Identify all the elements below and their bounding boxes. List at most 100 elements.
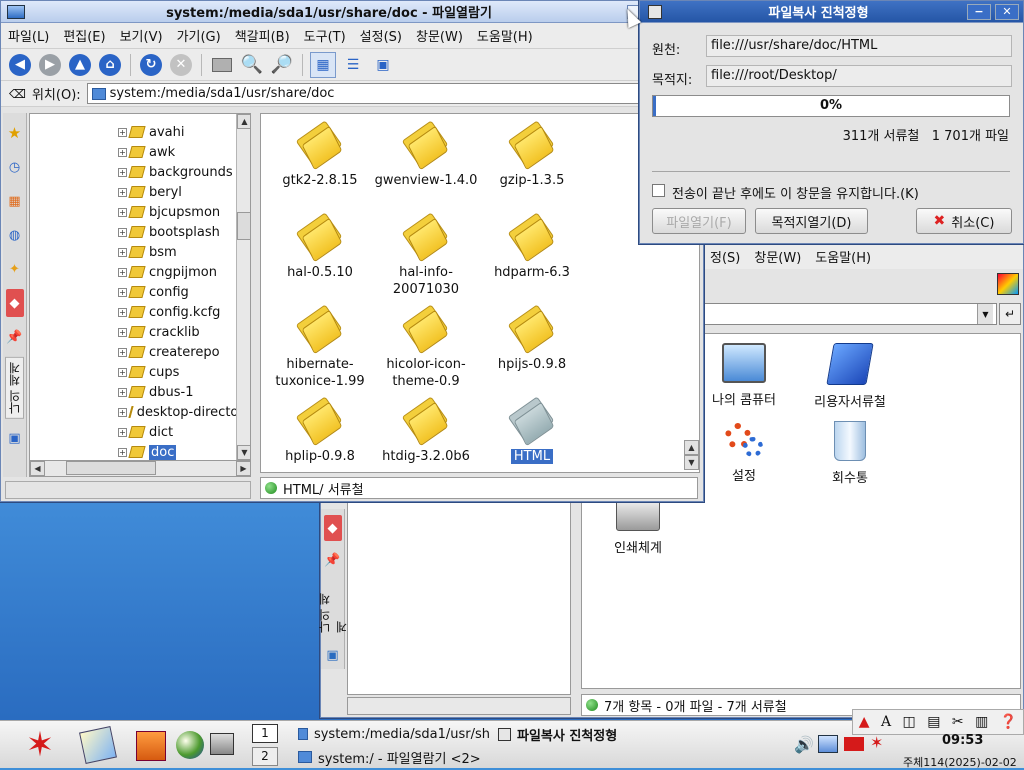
- back-tree-hscroll[interactable]: [347, 697, 571, 715]
- back-menu-settings[interactable]: 정(S): [703, 247, 747, 266]
- forward-button[interactable]: ▶: [37, 52, 63, 78]
- expand-icon[interactable]: +: [118, 307, 127, 317]
- tree-item[interactable]: + cups: [30, 362, 237, 382]
- zoom-in-button[interactable]: 🔍: [239, 52, 265, 78]
- desktop-switch-2[interactable]: 2: [252, 747, 278, 766]
- scroll-down-button[interactable]: ▼: [237, 445, 250, 460]
- dialog-minimize-button[interactable]: −: [967, 3, 991, 20]
- media-launcher-icon[interactable]: [210, 733, 234, 755]
- bookmarks-tab-icon[interactable]: ★: [6, 119, 24, 147]
- network-tab-icon[interactable]: ◍: [6, 221, 24, 249]
- clipboard-icon[interactable]: ▥: [975, 714, 988, 730]
- reload-button[interactable]: ↻: [138, 52, 164, 78]
- desktop-switch-1[interactable]: 1: [252, 724, 278, 743]
- expand-icon[interactable]: +: [118, 187, 127, 197]
- tree-vscroll[interactable]: ▲ ▼: [236, 114, 250, 460]
- history-tab-icon[interactable]: ◷: [6, 153, 24, 181]
- menu-view[interactable]: 보기(V): [113, 26, 170, 45]
- home-tab-icon[interactable]: ▦: [6, 187, 24, 215]
- tray-fire-icon[interactable]: ▲: [859, 714, 870, 730]
- tree-item[interactable]: + createrepo: [30, 342, 237, 362]
- desktop-item-printer[interactable]: 인쇄체계: [583, 499, 693, 556]
- expand-icon[interactable]: +: [118, 407, 127, 417]
- scroll-right-button[interactable]: ▶: [236, 461, 250, 476]
- task-file-manager-2[interactable]: system:/ - 파일열람기 <2>: [294, 746, 594, 768]
- dialog-titlebar[interactable]: 파일복사 진척정형 − ✕: [640, 1, 1023, 23]
- font-icon[interactable]: A: [881, 714, 891, 730]
- desktop-item-trash[interactable]: 회수통: [795, 421, 905, 486]
- volume-icon[interactable]: 🔊: [794, 735, 814, 754]
- note-icon[interactable]: ▤: [927, 714, 940, 730]
- back-bookmark-icon[interactable]: ◆: [323, 515, 342, 542]
- tree-item[interactable]: + cngpijmon: [30, 262, 237, 282]
- expand-icon[interactable]: +: [118, 287, 127, 297]
- tree-hscroll[interactable]: ◀ ▶: [30, 460, 250, 476]
- tree-item[interactable]: + avahi: [30, 122, 237, 142]
- menu-help[interactable]: 도움말(H): [470, 26, 540, 45]
- icon-view-button[interactable]: ▦: [310, 51, 336, 78]
- list-view-button[interactable]: ☰: [340, 52, 366, 78]
- location-input[interactable]: system:/media/sda1/usr/share/doc: [86, 83, 647, 104]
- clear-location-icon[interactable]: ⌫: [9, 87, 26, 101]
- menu-window[interactable]: 창문(W): [409, 26, 470, 45]
- main-titlebar[interactable]: system:/media/sda1/usr/share/doc - 파일열람기: [1, 1, 703, 23]
- pin-tab-icon[interactable]: 📌: [6, 323, 24, 351]
- file-item[interactable]: gtk2-2.8.15: [267, 120, 373, 189]
- back-pin-icon[interactable]: 📌: [324, 547, 342, 573]
- file-manager-window[interactable]: system:/media/sda1/usr/share/doc - 파일열람기…: [0, 0, 704, 502]
- file-item[interactable]: hdparm-6.3: [479, 212, 585, 281]
- services-tab-icon[interactable]: ✦: [6, 255, 24, 283]
- back-sidebar-tab-label[interactable]: 나의 체계: [316, 580, 350, 637]
- editor-launcher-icon[interactable]: [79, 726, 117, 764]
- menu-settings[interactable]: 설정(S): [353, 26, 409, 45]
- stop-button[interactable]: ✕: [168, 52, 194, 78]
- iconview-scroll-down[interactable]: ▼: [684, 455, 699, 470]
- expand-icon[interactable]: +: [118, 167, 127, 177]
- file-item[interactable]: hibernate-tuxonice-1.99: [267, 304, 373, 390]
- print-button[interactable]: [209, 52, 235, 78]
- expand-icon[interactable]: +: [118, 147, 127, 157]
- keep-open-label[interactable]: 전송이 끝난 후에도 이 창문을 유지합니다.(K): [672, 183, 919, 202]
- back-location-field[interactable]: [703, 303, 997, 325]
- tree-item[interactable]: + backgrounds: [30, 162, 237, 182]
- dialog-close-button[interactable]: ✕: [995, 3, 1019, 20]
- tree-item[interactable]: + dbus-1: [30, 382, 237, 402]
- tree-item[interactable]: + bjcupsmon: [30, 202, 237, 222]
- tree-item[interactable]: + dict: [30, 422, 237, 442]
- expand-icon[interactable]: +: [118, 207, 127, 217]
- cancel-button[interactable]: ✖ 취소(C): [916, 208, 1012, 234]
- iconview-scroll-up[interactable]: ▲: [684, 440, 699, 455]
- expand-icon[interactable]: +: [118, 247, 127, 257]
- scroll-up-button[interactable]: ▲: [237, 114, 250, 129]
- back-menu-window[interactable]: 창문(W): [747, 247, 808, 266]
- menu-bookmarks[interactable]: 책갈피(B): [228, 26, 297, 45]
- file-item[interactable]: hpijs-0.9.8: [479, 304, 585, 373]
- network-icon[interactable]: [818, 735, 838, 753]
- expand-icon[interactable]: +: [118, 387, 127, 397]
- expand-icon[interactable]: +: [118, 227, 127, 237]
- scroll-left-button[interactable]: ◀: [30, 461, 45, 476]
- tree-item[interactable]: + beryl: [30, 182, 237, 202]
- tree-item[interactable]: + awk: [30, 142, 237, 162]
- office-launcher-icon[interactable]: [136, 731, 166, 761]
- file-item[interactable]: gzip-1.3.5: [479, 120, 585, 189]
- expand-icon[interactable]: +: [118, 347, 127, 357]
- file-item[interactable]: gwenview-1.4.0: [373, 120, 479, 189]
- tree-item[interactable]: + bootsplash: [30, 222, 237, 242]
- task-file-manager[interactable]: system:/media/sda1/usr/sh: [294, 723, 490, 745]
- up-button[interactable]: ▲: [67, 52, 93, 78]
- sidebar-tab-my-system[interactable]: 나의 체계: [5, 357, 24, 419]
- menu-tools[interactable]: 도구(T): [297, 26, 353, 45]
- back-system-icon[interactable]: ▣: [324, 643, 342, 669]
- menu-edit[interactable]: 편집(E): [56, 26, 112, 45]
- hscroll-thumb[interactable]: [65, 461, 156, 475]
- preview-view-button[interactable]: ▣: [370, 52, 396, 78]
- back-button[interactable]: ◀: [7, 52, 33, 78]
- home-button[interactable]: ⌂: [97, 52, 123, 78]
- file-item[interactable]: hal-info-20071030: [373, 212, 479, 298]
- file-item[interactable]: htdig-3.2.0b6: [373, 396, 479, 465]
- expand-icon[interactable]: +: [118, 327, 127, 337]
- expand-icon[interactable]: +: [118, 427, 127, 437]
- expand-icon[interactable]: +: [118, 367, 127, 377]
- start-menu-star-icon[interactable]: ✶: [8, 727, 72, 763]
